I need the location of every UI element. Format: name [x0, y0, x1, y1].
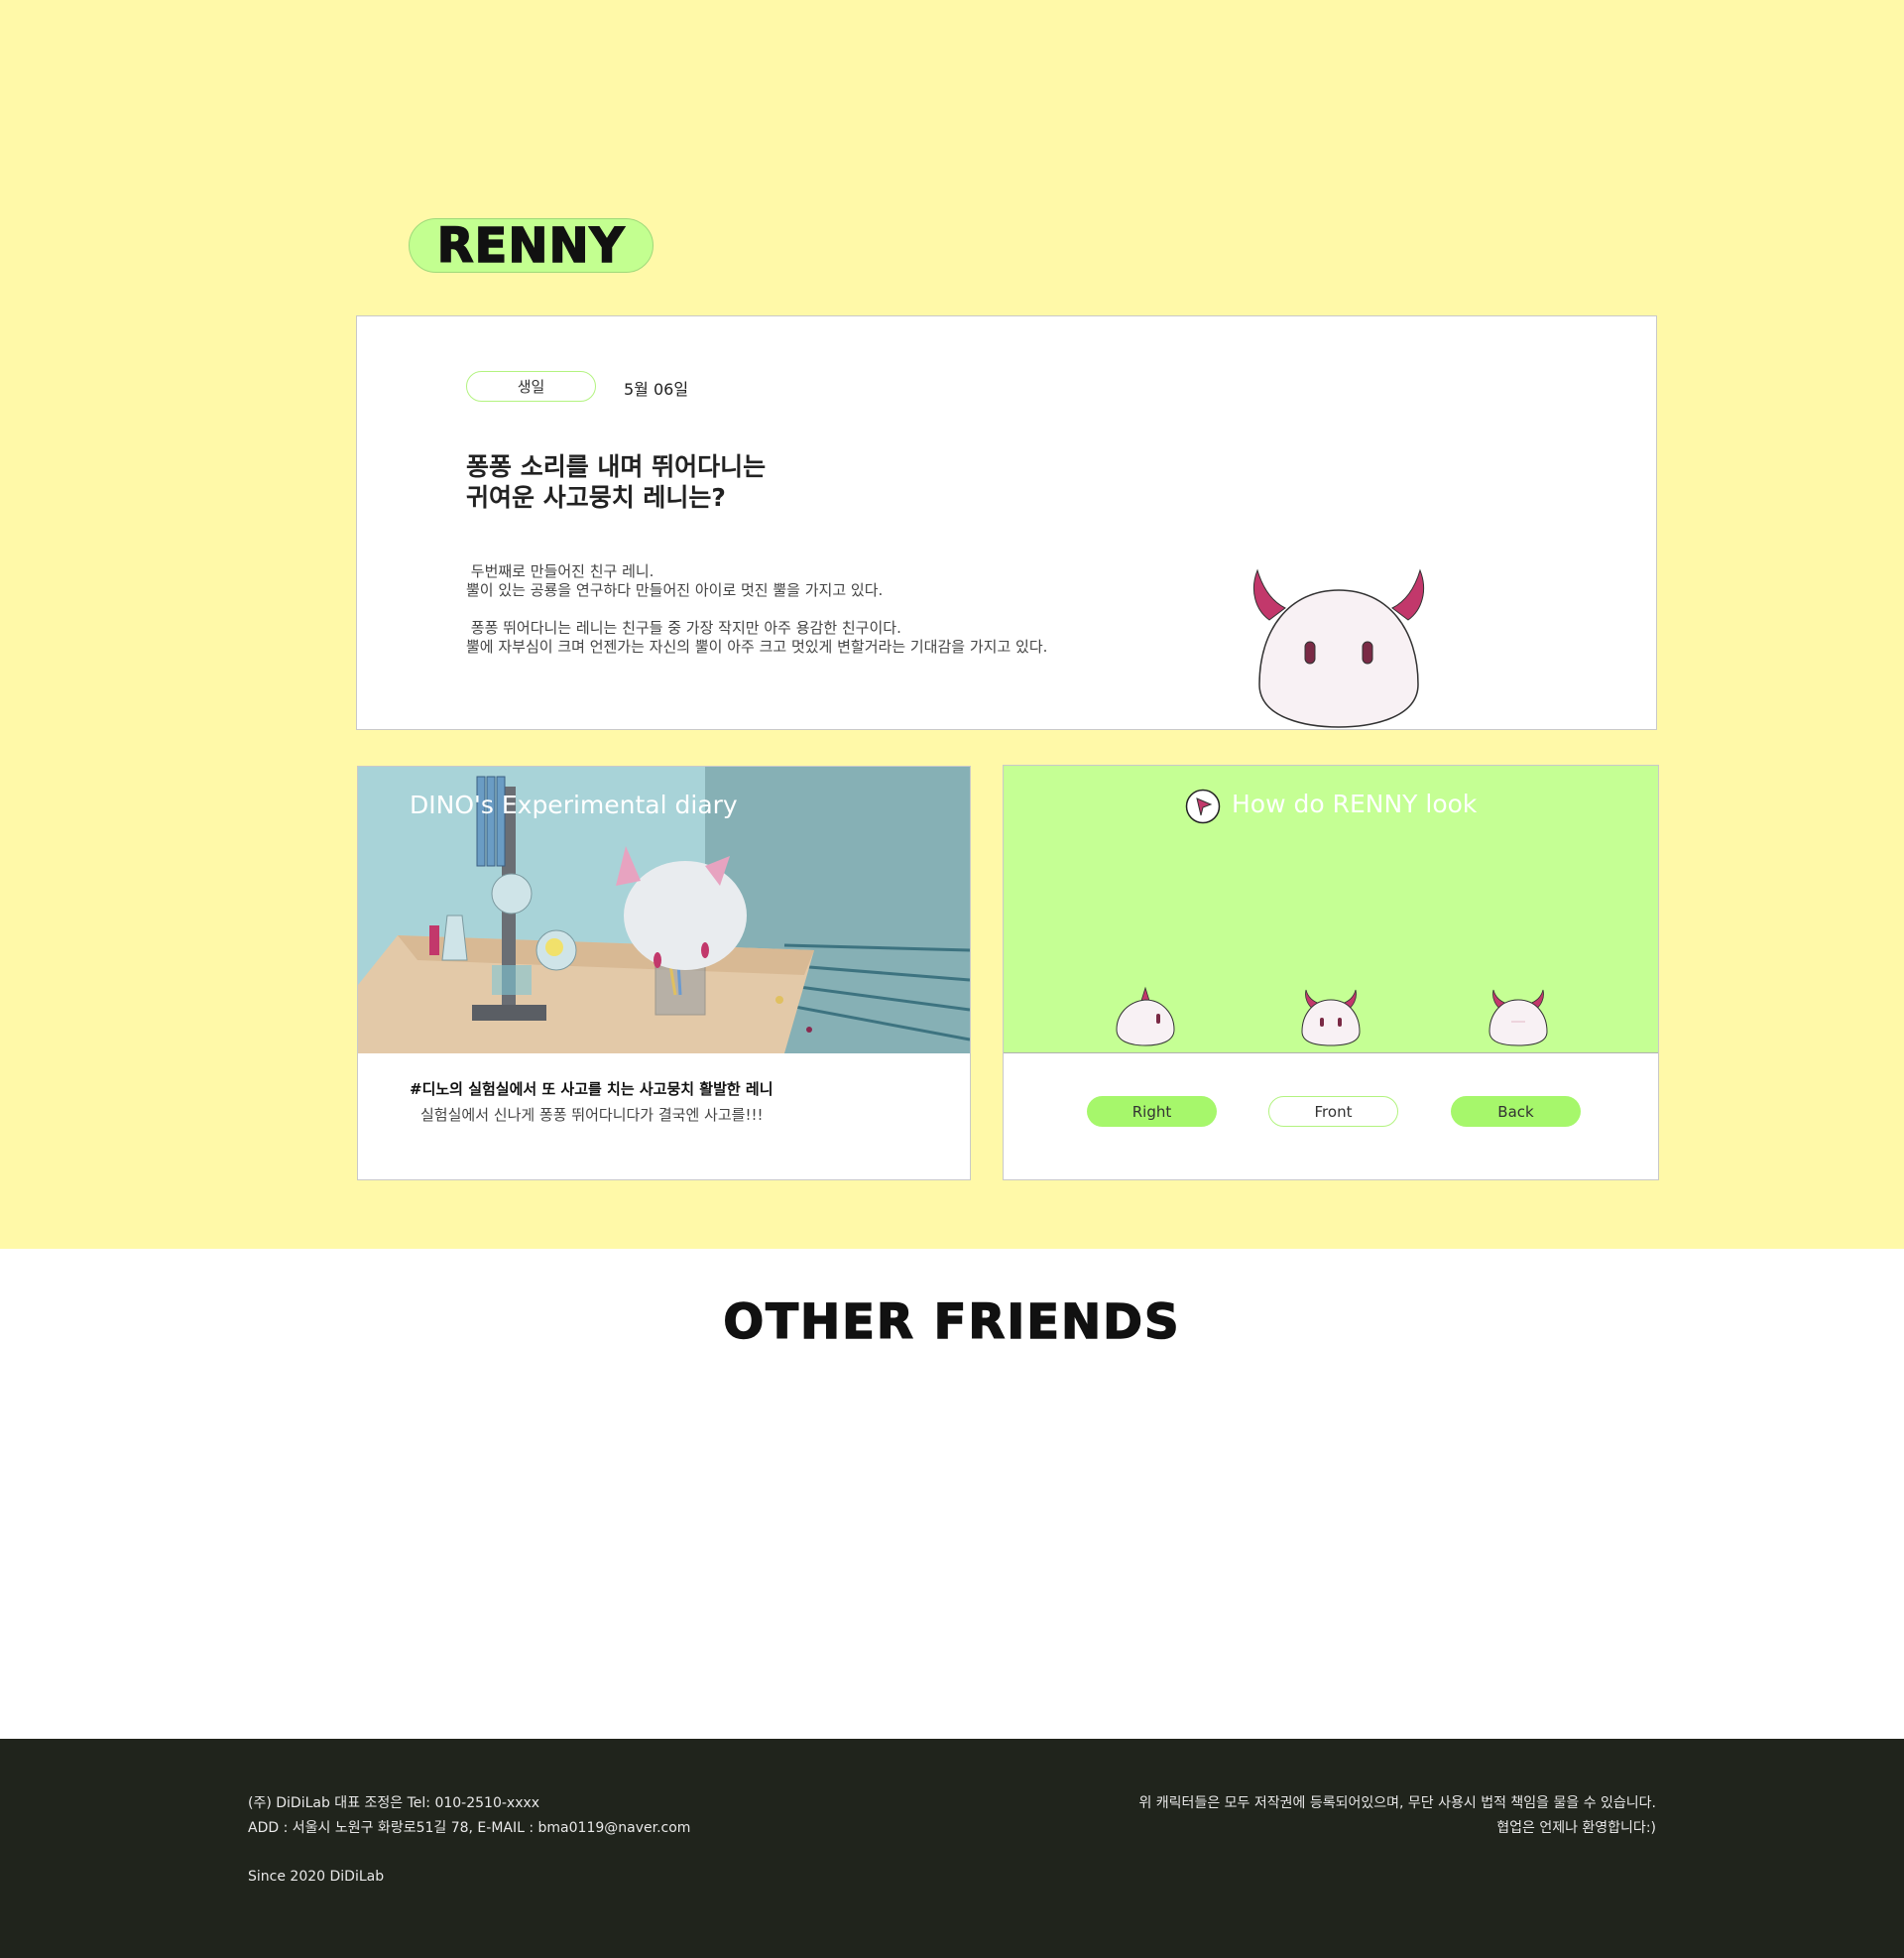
description-line-1: 두번째로 만들어진 친구 레니.: [466, 562, 654, 580]
look-title: How do RENNY look: [1232, 790, 1478, 818]
footer-collaboration-note: 협업은 언제나 환영합니다:): [1496, 1820, 1656, 1836]
description-line-4: 뿔에 자부심이 크며 언젠가는 자신의 뿔이 아주 크고 멋있게 변할거라는 기…: [466, 638, 1048, 656]
diary-title: DINO's Experimental diary: [410, 791, 738, 819]
right-view-button[interactable]: Right: [1087, 1096, 1217, 1127]
play-icon[interactable]: [1185, 789, 1221, 824]
birthday-value: 5월 06일: [624, 380, 689, 399]
renny-front-view: [1301, 989, 1361, 1046]
headline-line-2: 귀여운 사고뭉치 레니는?: [466, 483, 726, 512]
renny-right-view: [1116, 986, 1175, 1046]
back-view-button[interactable]: Back: [1451, 1096, 1581, 1127]
look-preview-area: How do RENNY look: [1004, 766, 1658, 1053]
renny-look-card: How do RENNY look Right Front Back: [1003, 765, 1659, 1180]
footer-address: ADD : 서울시 노원구 화랑로51길 78, E-MAIL : bma011…: [248, 1820, 691, 1836]
renny-character-illustration: [1253, 568, 1424, 728]
profile-card: 생일 5월 06일 퐁퐁 소리를 내며 뛰어다니는 귀여운 사고뭉치 레니는? …: [356, 315, 1657, 730]
footer: (주) DiDiLab 대표 조정은 Tel: 010-2510-xxxx AD…: [0, 1739, 1904, 1958]
footer-company-info: (주) DiDiLab 대표 조정은 Tel: 010-2510-xxxx: [248, 1795, 540, 1811]
other-friends-heading: OTHER FRIENDS: [723, 1293, 1181, 1351]
front-view-button[interactable]: Front: [1268, 1096, 1398, 1127]
experimental-diary-card[interactable]: DINO's Experimental diary #디노의 실험실에서 또 사…: [357, 766, 971, 1180]
hero-section: RENNY 생일 5월 06일 퐁퐁 소리를 내며 뛰어다니는 귀여운 사고뭉치…: [0, 0, 1904, 1249]
description-line-2: 뿔이 있는 공룡을 연구하다 만들어진 아이로 멋진 뿔을 가지고 있다.: [466, 581, 884, 599]
character-title: RENNY: [436, 217, 626, 275]
diary-subtitle: #디노의 실험실에서 또 사고를 치는 사고뭉치 활발한 레니: [410, 1080, 774, 1098]
diary-caption: 실험실에서 신나게 퐁퐁 뛰어다니다가 결국엔 사고를!!!: [420, 1106, 764, 1124]
profile-description: 두번째로 만들어진 친구 레니. 뿔이 있는 공룡을 연구하다 만들어진 아이로…: [466, 562, 1047, 657]
birthday-label: 생일: [466, 371, 596, 402]
footer-since: Since 2020 DiDiLab: [248, 1869, 385, 1885]
description-line-3: 퐁퐁 뛰어다니는 레니는 친구들 중 가장 작지만 아주 용감한 친구이다.: [466, 619, 901, 637]
footer-copyright-notice: 위 캐릭터들은 모두 저작권에 등록되어있으며, 무단 사용시 법적 책임을 물…: [1138, 1795, 1656, 1811]
profile-headline: 퐁퐁 소리를 내며 뛰어다니는 귀여운 사고뭉치 레니는?: [466, 451, 766, 513]
character-title-badge: RENNY: [409, 217, 654, 275]
headline-line-1: 퐁퐁 소리를 내며 뛰어다니는: [466, 452, 767, 481]
renny-back-view: [1488, 989, 1548, 1046]
